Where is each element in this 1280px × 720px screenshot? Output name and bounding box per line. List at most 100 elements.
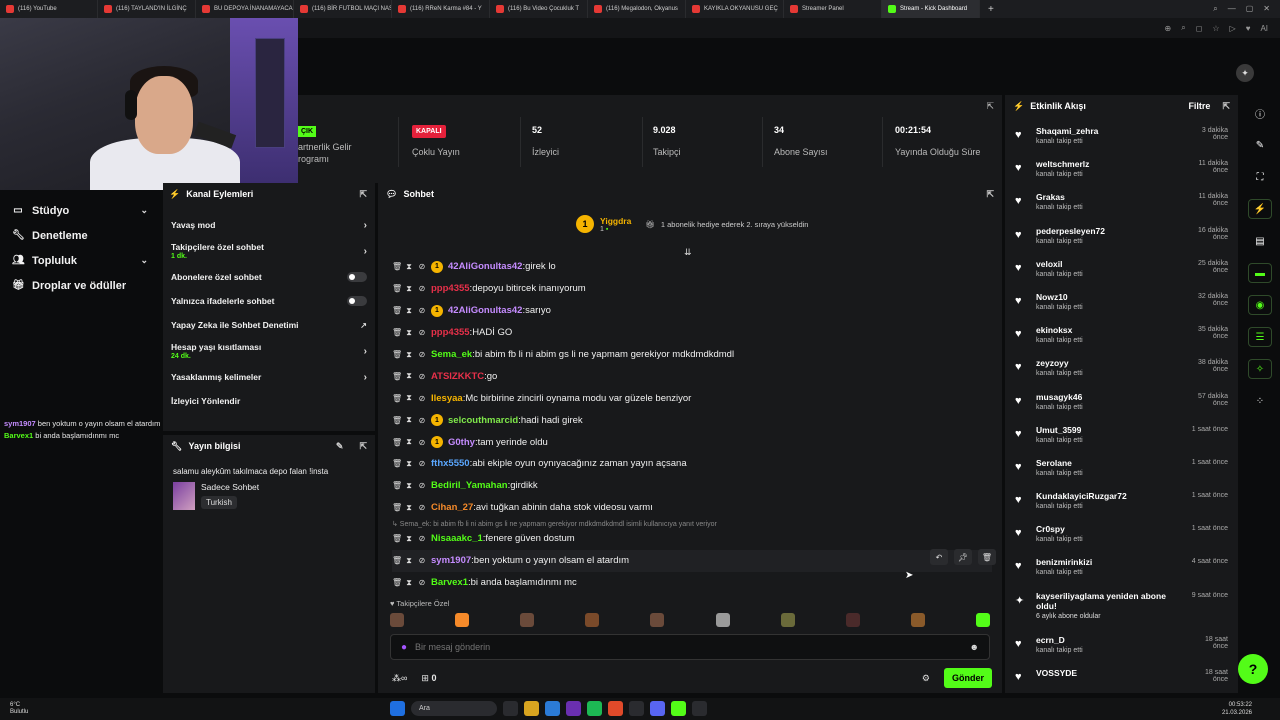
nav-item-1[interactable]: 🔧︎ Denetleme xyxy=(0,223,160,248)
activity-item[interactable]: ♥ KundaklayiciRuzgar72 kanalı takip etti 1 … xyxy=(1005,488,1238,521)
timeout-icon[interactable]: ⧗ xyxy=(405,459,413,469)
kick-icon[interactable] xyxy=(671,701,686,716)
reply-icon[interactable]: ↶ xyxy=(930,549,948,565)
activity-name[interactable]: benizmirinkizi xyxy=(1036,554,1186,567)
chevron-right-icon[interactable]: › xyxy=(364,220,367,231)
weather-widget[interactable]: 6°C Bulutlu xyxy=(0,702,60,716)
chat-message[interactable]: 🗑︎ ⧗ ⊘ Ilesyaa: Mc birbirine zincirli oynama… xyxy=(392,387,992,409)
timeout-icon[interactable]: ⧗ xyxy=(405,437,413,447)
heart-icon[interactable]: ♥ xyxy=(1246,24,1251,33)
activity-item[interactable]: ♥ Nowz10 kanalı takip etti 32 dakika önce xyxy=(1005,289,1238,322)
browser-tab[interactable]: (116) Bu Video Çocukluk T xyxy=(490,0,588,18)
apps-icon[interactable]: ⁘ xyxy=(1248,391,1272,411)
activity-name[interactable]: VOSSYDE xyxy=(1036,665,1186,678)
chat-username[interactable]: ppp4355 xyxy=(431,283,470,294)
activity-name[interactable]: veloxil xyxy=(1036,256,1186,269)
delete-icon[interactable]: 🗑︎ xyxy=(978,549,996,565)
timeout-icon[interactable]: ⧗ xyxy=(405,415,413,425)
maximize-icon[interactable]: ▢ xyxy=(1246,4,1254,14)
ban-icon[interactable]: ⊘ xyxy=(418,306,426,315)
expand-icon[interactable]: ⇱ xyxy=(1222,101,1230,112)
delete-icon[interactable]: 🗑︎ xyxy=(392,328,402,337)
ban-icon[interactable]: ⊘ xyxy=(418,416,426,425)
ai-icon[interactable]: AI xyxy=(1260,24,1268,33)
ban-icon[interactable]: ⊘ xyxy=(418,481,426,490)
category-name[interactable]: Sadece Sohbet xyxy=(201,482,259,492)
emote[interactable] xyxy=(585,613,600,627)
delete-icon[interactable]: 🗑︎ xyxy=(392,578,402,587)
browser-tab[interactable]: (116) RReN Karma #84 - Y xyxy=(392,0,490,18)
delete-icon[interactable]: 🗑︎ xyxy=(392,556,402,565)
ban-icon[interactable]: ⊘ xyxy=(418,556,426,565)
extension-icon[interactable]: ◻ xyxy=(1196,24,1203,33)
system-clock[interactable]: 00:53:22 21.03.2026 xyxy=(1222,701,1252,717)
ban-icon[interactable]: ⊘ xyxy=(418,503,426,512)
edge-icon[interactable] xyxy=(545,701,560,716)
ban-icon[interactable]: ⊘ xyxy=(418,438,426,447)
nav-item-2[interactable]: 👥︎ Topluluk ⌄ xyxy=(0,248,160,273)
chat-username[interactable]: sym1907 xyxy=(431,555,471,566)
pinned-username[interactable]: Yiggdra xyxy=(600,216,631,226)
gift-box-icon[interactable]: ⊞ 0 xyxy=(421,673,436,684)
pin-icon[interactable]: 📌︎ xyxy=(954,549,972,565)
chat-username[interactable]: Ilesyaa xyxy=(431,393,463,404)
chat-username[interactable]: Nisaaakc_1 xyxy=(431,533,483,544)
emote[interactable] xyxy=(910,613,925,627)
chat-input[interactable] xyxy=(415,642,970,652)
chevron-right-icon[interactable]: › xyxy=(364,246,367,257)
emote[interactable] xyxy=(390,613,404,627)
activity-name[interactable]: Shaqami_zehra xyxy=(1036,123,1186,136)
channel-action-row[interactable]: Yalnızca ifadelerle sohbet xyxy=(163,289,375,313)
start-icon[interactable] xyxy=(390,701,405,716)
emote[interactable] xyxy=(780,613,795,627)
timeout-icon[interactable]: ⧗ xyxy=(405,393,413,403)
channel-action-row[interactable]: Yapay Zeka ile Sohbet Denetimi ↗ xyxy=(163,313,375,337)
wrench-icon[interactable]: ✧ xyxy=(1248,359,1272,379)
browser-tab[interactable]: Stream - Kick Dashboard xyxy=(882,0,980,18)
microphone-icon[interactable]: ● xyxy=(401,642,407,653)
delete-icon[interactable]: 🗑︎ xyxy=(392,503,402,512)
chrome-icon[interactable] xyxy=(608,701,623,716)
delete-icon[interactable]: 🗑︎ xyxy=(392,481,402,490)
delete-icon[interactable]: 🗑︎ xyxy=(392,262,402,271)
chat-message[interactable]: 🗑︎ ⧗ ⊘ Barvex1: bi anda başlamıdınmı mc xyxy=(392,572,992,594)
activity-name[interactable]: Umut_3599 xyxy=(1036,422,1186,435)
toggle-switch[interactable] xyxy=(347,296,367,306)
timeout-icon[interactable]: ⧗ xyxy=(405,284,413,294)
activity-item[interactable]: ♥ Shaqami_zehra kanalı takip etti 3 dakika … xyxy=(1005,123,1238,156)
activity-name[interactable]: Grakas xyxy=(1036,189,1186,202)
activity-item[interactable]: ♥ Cr0spy kanalı takip etti 1 saat önce xyxy=(1005,521,1238,554)
delete-icon[interactable]: 🗑︎ xyxy=(392,350,402,359)
activity-name[interactable]: Serolane xyxy=(1036,455,1186,468)
nav-item-0[interactable]: ▭ Stüdyo ⌄ xyxy=(0,198,160,223)
chat-username[interactable]: fthx5550 xyxy=(431,458,470,469)
nav-item-3[interactable]: 🎁︎ Droplar ve ödüller xyxy=(0,273,160,298)
activity-name[interactable]: weltschmerlz xyxy=(1036,156,1186,169)
ban-icon[interactable]: ⊘ xyxy=(418,284,426,293)
browser-tab[interactable]: Streamer Panel xyxy=(784,0,882,18)
channel-action-row[interactable]: Yavaş mod › xyxy=(163,213,375,237)
chat-message[interactable]: 🗑︎ ⧗ ⊘ 1 42AliGonultas42: sarıyo xyxy=(392,300,992,322)
expand-icon[interactable]: ⇱ xyxy=(986,189,994,200)
chevron-right-icon[interactable]: › xyxy=(364,346,367,357)
activity-item[interactable]: ♥ Grakas kanalı takip etti 11 dakika önce xyxy=(1005,189,1238,222)
profile-avatar[interactable]: ✦ xyxy=(1236,64,1254,82)
external-link-icon[interactable]: ↗ xyxy=(360,321,367,330)
delete-icon[interactable]: 🗑︎ xyxy=(392,306,402,315)
emote[interactable] xyxy=(455,613,470,627)
timeout-icon[interactable]: ⧗ xyxy=(405,328,413,338)
timeout-icon[interactable]: ⧗ xyxy=(405,556,413,566)
activity-item[interactable]: ♥ weltschmerlz kanalı takip etti 11 dakika … xyxy=(1005,156,1238,189)
delete-icon[interactable]: 🗑︎ xyxy=(392,459,402,468)
send-button[interactable]: Gönder xyxy=(943,668,992,688)
activity-item[interactable]: ♥ zeyzoyy kanalı takip etti 38 dakika önce xyxy=(1005,355,1238,388)
chat-username[interactable]: Bediril_Yamahan xyxy=(431,480,508,491)
timeout-icon[interactable]: ⧗ xyxy=(405,306,413,316)
search-icon[interactable]: ⌕ xyxy=(1181,23,1185,33)
activity-item[interactable]: ♥ benizmirinkizi kanalı takip etti 4 saat ö… xyxy=(1005,554,1238,587)
chat-username[interactable]: ppp4355 xyxy=(431,327,470,338)
close-icon[interactable]: ✕ xyxy=(1263,4,1270,14)
chat-username[interactable]: selcouthmarcid xyxy=(448,415,518,426)
browser-tab[interactable]: KAYIKLA OKYANUSU GEÇ xyxy=(686,0,784,18)
expand-icon[interactable]: ⇱ xyxy=(986,101,994,112)
